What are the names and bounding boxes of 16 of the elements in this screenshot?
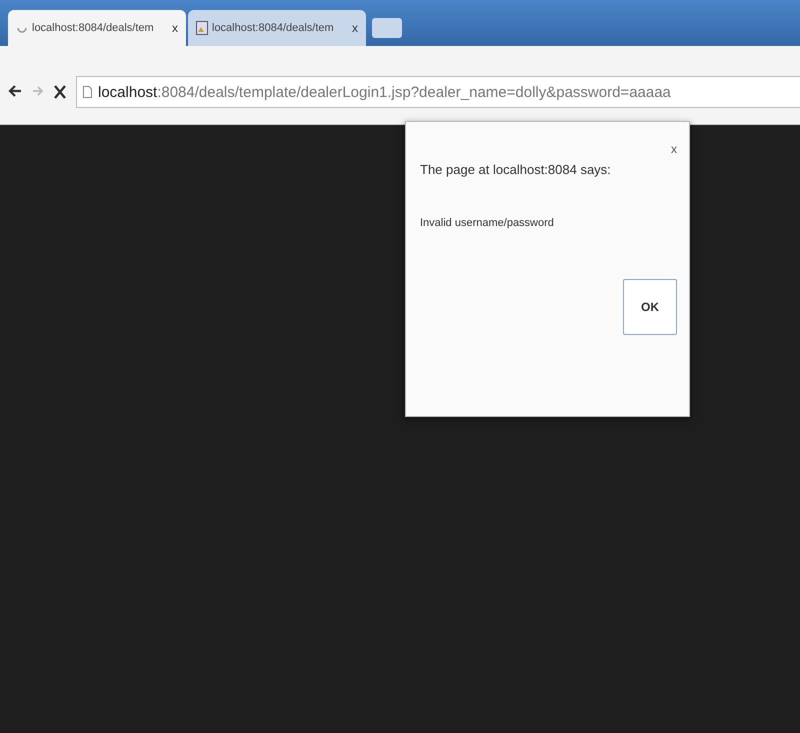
stop-loading-icon[interactable] <box>54 85 66 99</box>
page-icon <box>83 86 92 98</box>
ok-button[interactable]: OK <box>623 279 677 335</box>
tab-close-button[interactable]: x <box>172 21 178 35</box>
browser-tab[interactable]: localhost:8084/deals/tem x <box>188 10 366 46</box>
dialog-title: The page at localhost:8084 says: <box>420 162 611 177</box>
url-text: localhost:8084/deals/template/dealerLogin1.jsp?dealer_name=dolly&password=aaaaa <box>98 84 671 100</box>
address-bar[interactable]: localhost:8084/deals/template/dealerLogin1.jsp?dealer_name=dolly&password=aaaaa <box>76 76 800 108</box>
tab-title: localhost:8084/deals/tem <box>212 22 335 34</box>
image-file-icon <box>196 21 208 35</box>
browser-tab[interactable]: localhost:8084/deals/tem x <box>8 10 186 46</box>
close-button[interactable]: x <box>671 142 677 156</box>
dialog-message: Invalid username/password <box>420 217 555 229</box>
back-arrow-icon[interactable] <box>8 85 22 97</box>
tab-close-button[interactable]: x <box>352 21 358 35</box>
tab-title: localhost:8084/deals/tem <box>32 22 155 34</box>
